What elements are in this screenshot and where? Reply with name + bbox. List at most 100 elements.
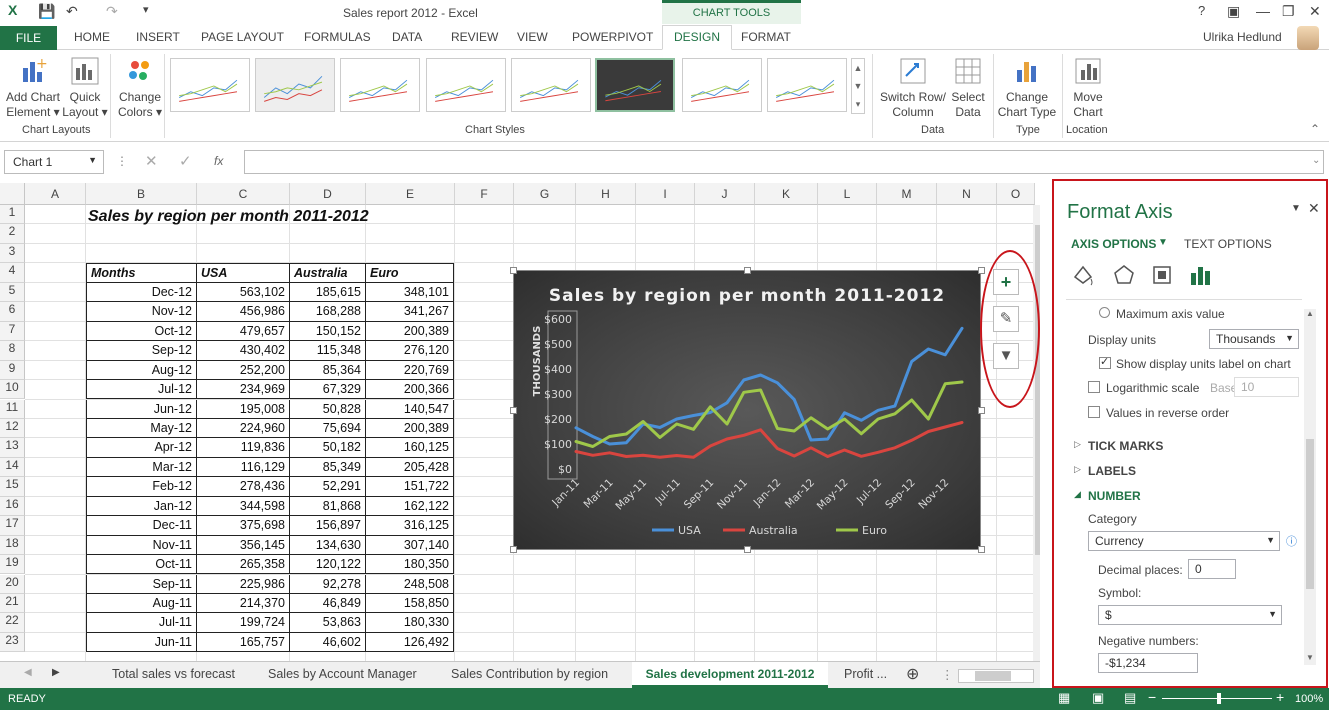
row-header[interactable]: 11 — [0, 399, 25, 419]
table-cell[interactable]: 168,288 — [290, 302, 366, 322]
tab-page-layout[interactable]: PAGE LAYOUT — [201, 30, 284, 44]
table-cell[interactable]: May-12 — [86, 418, 197, 439]
table-cell[interactable]: 156,897 — [290, 516, 366, 536]
scroll-thumb[interactable] — [1035, 225, 1040, 555]
fill-line-icon[interactable] — [1071, 263, 1095, 287]
help-button[interactable]: ? — [1198, 3, 1205, 18]
scroll-up-icon[interactable]: ▲ — [1306, 309, 1314, 318]
resize-handle[interactable] — [978, 267, 985, 274]
tab-review[interactable]: REVIEW — [451, 30, 498, 44]
table-cell[interactable]: 165,757 — [197, 632, 290, 653]
table-cell[interactable]: 85,349 — [290, 457, 366, 478]
close-icon[interactable]: ✕ — [1309, 3, 1321, 20]
table-cell[interactable]: 248,508 — [366, 574, 454, 594]
add-chart-element-button[interactable]: + Add Chart Element ▾ — [2, 56, 64, 120]
table-cell[interactable]: 563,102 — [197, 282, 290, 303]
table-cell[interactable]: 205,428 — [366, 457, 454, 478]
minimize-icon[interactable]: — — [1256, 3, 1270, 19]
sheet-tab[interactable]: Sales by Account Manager — [268, 667, 417, 681]
table-cell[interactable]: 200,389 — [366, 418, 454, 439]
more-icon[interactable]: ⋮ — [116, 154, 128, 168]
row-header[interactable]: 22 — [0, 613, 25, 633]
pane-options-icon[interactable]: ▼ — [1291, 203, 1301, 214]
row-header[interactable]: 12 — [0, 418, 25, 439]
table-cell[interactable]: Jan-12 — [86, 496, 197, 517]
switch-row-column-button[interactable]: Switch Row/ Column — [878, 56, 948, 120]
save-icon[interactable]: 💾 — [38, 3, 55, 20]
sheet-tab[interactable]: Sales Contribution by region — [451, 667, 608, 681]
table-cell[interactable]: 81,868 — [290, 496, 366, 517]
chart-style-thumb[interactable] — [767, 58, 847, 112]
table-cell[interactable]: 85,364 — [290, 360, 366, 380]
table-cell[interactable]: 278,436 — [197, 477, 290, 497]
formula-input[interactable] — [244, 150, 1324, 174]
column-header[interactable]: I — [636, 183, 695, 205]
collapse-ribbon-icon[interactable]: ⌃ — [1310, 122, 1320, 136]
row-header[interactable]: 2 — [0, 224, 25, 244]
axis-options-icon[interactable] — [1188, 263, 1212, 287]
table-cell[interactable]: 162,122 — [366, 496, 454, 517]
tab-powerpivot[interactable]: POWERPIVOT — [572, 30, 653, 44]
chart-style-thumb-selected[interactable] — [595, 58, 675, 112]
close-pane-icon[interactable]: ✕ — [1308, 200, 1320, 217]
row-header[interactable]: 6 — [0, 302, 25, 322]
tab-formulas[interactable]: FORMULAS — [304, 30, 371, 44]
table-header[interactable]: Months — [86, 263, 197, 283]
table-cell[interactable]: 224,960 — [197, 418, 290, 439]
table-cell[interactable]: 75,694 — [290, 418, 366, 439]
table-cell[interactable]: 252,200 — [197, 360, 290, 380]
table-cell[interactable]: 199,724 — [197, 613, 290, 633]
resize-handle[interactable] — [978, 407, 985, 414]
table-cell[interactable]: 50,828 — [290, 399, 366, 419]
table-header[interactable]: USA — [197, 263, 290, 283]
table-cell[interactable]: 316,125 — [366, 516, 454, 536]
table-cell[interactable]: 479,657 — [197, 321, 290, 342]
customize-qat-icon[interactable]: ▾ — [143, 3, 149, 16]
negative-numbers-list[interactable]: -$1,234 — [1098, 653, 1198, 673]
quick-layout-button[interactable]: Quick Layout ▾ — [62, 56, 108, 120]
ribbon-display-icon[interactable]: ▣ — [1227, 3, 1240, 20]
scroll-thumb[interactable] — [1306, 439, 1314, 589]
table-cell[interactable]: 265,358 — [197, 555, 290, 575]
column-header[interactable]: E — [366, 183, 455, 205]
vertical-scrollbar[interactable]: ▼ — [1033, 205, 1040, 661]
row-header[interactable]: 19 — [0, 555, 25, 575]
tab-insert[interactable]: INSERT — [136, 30, 180, 44]
row-header[interactable]: 1 — [0, 205, 25, 225]
select-data-button[interactable]: Select Data — [948, 56, 988, 120]
table-cell[interactable]: 160,125 — [366, 438, 454, 458]
tab-home[interactable]: HOME — [74, 30, 110, 44]
chevron-down-icon[interactable]: ▼ — [1158, 237, 1168, 248]
expand-icon[interactable]: ▷ — [1074, 464, 1081, 475]
scroll-thumb[interactable] — [975, 671, 1011, 681]
column-header[interactable]: H — [576, 183, 636, 205]
table-cell[interactable]: 140,547 — [366, 399, 454, 419]
table-cell[interactable]: Oct-11 — [86, 555, 197, 575]
restore-icon[interactable]: ❐ — [1282, 3, 1295, 20]
tab-view[interactable]: VIEW — [517, 30, 548, 44]
table-cell[interactable]: 430,402 — [197, 341, 290, 361]
chart-style-thumb[interactable] — [170, 58, 250, 112]
table-cell[interactable]: 214,370 — [197, 594, 290, 614]
pane-scrollbar[interactable]: ▲ ▼ — [1304, 309, 1316, 665]
symbol-select[interactable]: $ ▼ — [1098, 605, 1282, 625]
change-chart-type-button[interactable]: Change Chart Type — [996, 56, 1058, 120]
resize-handle[interactable] — [744, 546, 751, 553]
tab-file[interactable]: FILE — [0, 26, 57, 50]
chart-style-thumb[interactable] — [682, 58, 762, 112]
show-units-checkbox[interactable]: ✓ — [1099, 356, 1111, 369]
table-cell[interactable]: Sep-12 — [86, 341, 197, 361]
tab-axis-options[interactable]: AXIS OPTIONS — [1071, 237, 1156, 251]
table-cell[interactable]: 158,850 — [366, 594, 454, 614]
chart-style-thumb[interactable] — [511, 58, 591, 112]
next-sheet-icon[interactable]: ▶ — [52, 667, 60, 678]
row-header[interactable]: 23 — [0, 632, 25, 653]
resize-handle[interactable] — [744, 267, 751, 274]
section-tick-marks[interactable]: TICK MARKS — [1088, 439, 1163, 453]
table-cell[interactable]: 185,615 — [290, 282, 366, 303]
zoom-in-icon[interactable]: + — [1276, 689, 1284, 705]
table-header[interactable]: Australia — [290, 263, 366, 283]
page-layout-view-icon[interactable]: ▣ — [1092, 690, 1104, 706]
table-cell[interactable]: 150,152 — [290, 321, 366, 342]
name-box[interactable]: Chart 1 ▼ — [4, 150, 104, 174]
